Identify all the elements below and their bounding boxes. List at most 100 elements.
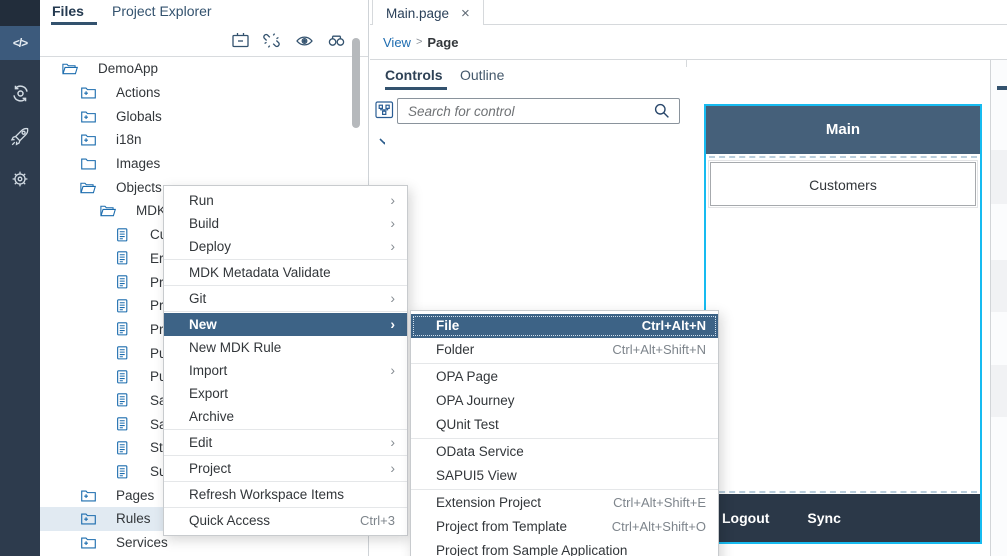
preview-eye-icon[interactable] [296,34,313,52]
menu-item-deploy[interactable]: Deploy› [164,235,407,258]
menu-item-label: OPA Page [436,365,706,389]
menu-item-opa-page[interactable]: OPA Page [411,365,718,389]
deploy-sync-icon[interactable] [0,76,40,110]
menu-item-label: New MDK Rule [189,336,395,359]
menu-separator [164,507,407,508]
menu-item-label: Folder [436,338,586,362]
tree-item-i18n[interactable]: i18n [40,128,368,152]
menu-item-label: New [189,313,378,336]
binoculars-icon[interactable] [328,34,345,52]
menu-item-label: Run [189,189,378,212]
menu-item-folder[interactable]: Folder Ctrl+Alt+Shift+N [411,338,718,362]
menu-separator [164,311,407,312]
folder-open-icon [62,62,78,75]
menu-separator [411,438,718,439]
menu-item-git[interactable]: Git › [164,287,407,310]
tree-item-label: Images [116,156,160,171]
menu-item-shortcut: Ctrl+Alt+Shift+N [612,338,706,362]
tree-item-label: Pr [150,275,164,290]
close-icon[interactable]: × [461,6,470,21]
tree-item-actions[interactable]: Actions [40,81,368,105]
submenu-chevron-icon: › [390,431,395,454]
footer-action-sync[interactable]: Sync [807,510,840,526]
menu-item-new-mdk-rule[interactable]: New MDK Rule [164,336,407,359]
select-control-icon[interactable] [375,101,394,124]
menu-item-mdk-metadata-validate[interactable]: MDK Metadata Validate [164,261,407,284]
menu-item-project-from-sample-application[interactable]: Project from Sample Application [411,539,718,556]
search-icon[interactable] [654,103,670,124]
folder-expand-icon [81,133,96,146]
tree-item-demoapp[interactable]: DemoApp [40,57,368,81]
menu-item-import[interactable]: Import› [164,359,407,382]
submenu-chevron-icon: › [390,359,395,382]
rocket-glyph [10,127,30,147]
menu-item-label: SAPUI5 View [436,464,706,488]
file-icon [117,275,128,289]
mdk-editor-window: </> [0,0,1007,556]
file-icon [117,322,128,336]
tree-item-label: Actions [116,85,160,100]
folder-expand-icon [81,110,96,123]
tree-scrollbar[interactable] [352,38,360,128]
search-input[interactable] [397,98,680,124]
file-icon [117,346,128,360]
menu-item-shortcut: Ctrl+Alt+Shift+E [613,491,706,515]
tree-item-label: Services [116,535,168,550]
settings-gear-icon[interactable] [0,162,40,196]
menu-item-qunit-test[interactable]: QUnit Test [411,413,718,437]
menu-item-edit[interactable]: Edit › [164,431,407,454]
right-panel-tab-underline [997,86,1007,90]
page-footer: Logout Sync [706,494,980,542]
customers-list-item[interactable]: Customers [710,162,976,206]
submenu-chevron-icon: › [390,287,395,310]
menu-item-run[interactable]: Run› [164,189,407,212]
drop-indicator-top [709,156,977,158]
menu-item-label: File [436,314,616,338]
menu-item-quick-access[interactable]: Quick AccessCtrl+3 [164,509,407,532]
tree-item-globals[interactable]: Globals [40,104,368,128]
file-icon [117,441,128,455]
tab-outline[interactable]: Outline [460,67,504,83]
explorer-toolbar [40,25,368,57]
rocket-icon[interactable] [0,120,40,154]
menu-item-build[interactable]: Build› [164,212,407,235]
file-icon [117,393,128,407]
breadcrumb-parent[interactable]: View [383,35,411,50]
menu-item-label: Export [189,382,395,405]
tab-project-explorer[interactable]: Project Explorer [112,0,212,25]
right-panel-row [991,150,1007,204]
menu-item-new[interactable]: New› [164,313,407,336]
menu-item-shortcut: Ctrl+Alt+Shift+O [612,515,706,539]
page-header[interactable]: Main [706,106,980,154]
menu-item-opa-journey[interactable]: OPA Journey [411,389,718,413]
menu-item-extension-project[interactable]: Extension Project Ctrl+Alt+Shift+E [411,491,718,515]
menu-item-project[interactable]: Project› [164,457,407,480]
page-preview-card[interactable]: Main Customers Logout Sync [704,104,982,544]
file-icon [117,417,128,431]
tab-main-page[interactable]: Main.page × [372,0,484,26]
control-search-row [370,90,686,128]
folder-open-icon [80,181,96,194]
menu-item-sapui5-view[interactable]: SAPUI5 View [411,464,718,488]
menu-item-label: Edit [189,431,378,454]
menu-item-project-from-template[interactable]: Project from TemplateCtrl+Alt+Shift+O [411,515,718,539]
menu-item-export[interactable]: Export [164,382,407,405]
menu-item-odata-service[interactable]: OData Service [411,440,718,464]
menu-item-label: Extension Project [436,491,587,515]
unlink-icon[interactable] [263,32,280,54]
menu-item-file[interactable]: FileCtrl+Alt+N [411,314,718,338]
menu-item-refresh-workspace-items[interactable]: Refresh Workspace Items [164,483,407,506]
menu-separator [164,481,407,482]
code-icon[interactable]: </> [0,26,40,60]
right-panel-row [991,260,1007,312]
tree-item-label: St [150,440,163,455]
tree-item-images[interactable]: Images [40,152,368,176]
file-icon [117,228,128,242]
new-module-icon[interactable] [232,32,249,53]
breadcrumb-current: Page [427,35,458,50]
footer-action-logout[interactable]: Logout [722,510,769,526]
settings-gear-glyph [10,169,30,189]
tree-item-label: Pr [150,298,164,313]
menu-item-archive[interactable]: Archive [164,405,407,428]
menu-item-label: Git [189,287,378,310]
